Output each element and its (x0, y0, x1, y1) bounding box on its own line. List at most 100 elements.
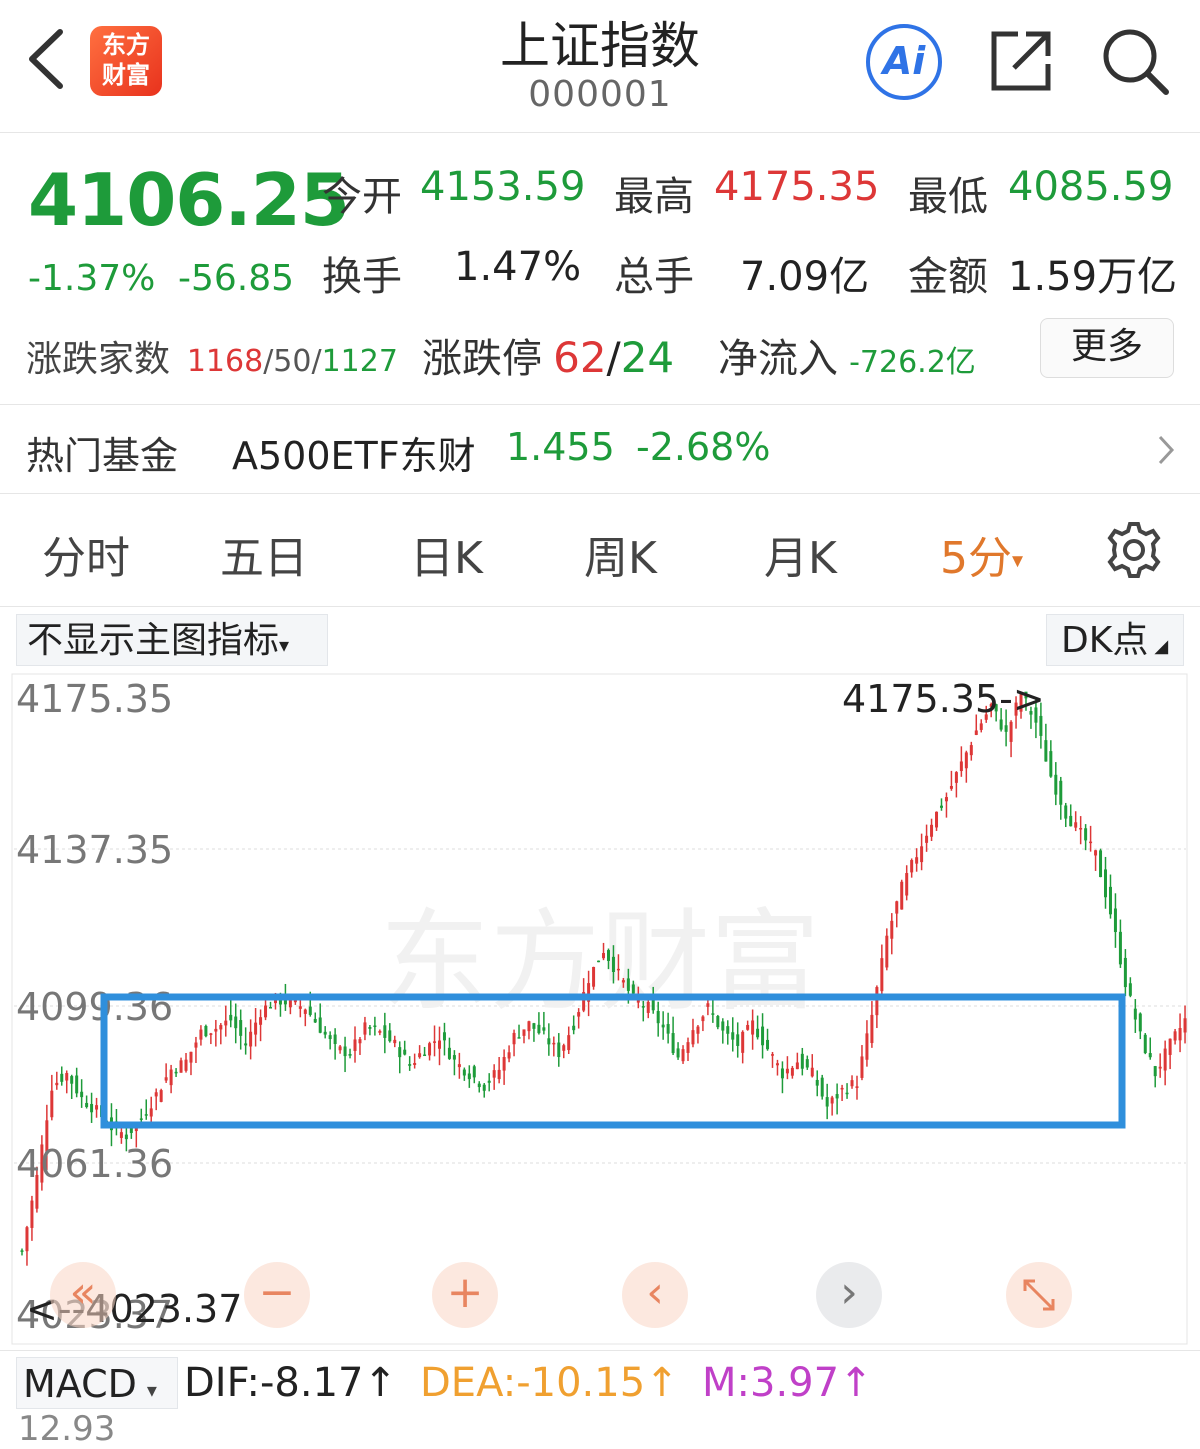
candle-body (378, 1030, 382, 1033)
candle-body (214, 1028, 218, 1032)
open-value: 4153.59 (420, 164, 586, 210)
turnover-label: 换手 (322, 254, 402, 300)
candle-body (716, 1016, 720, 1028)
candle-body (885, 935, 889, 968)
candle-body (174, 1071, 178, 1074)
pan-right-button[interactable]: › (816, 1262, 882, 1328)
eastmoney-logo: 东方 财富 (90, 26, 162, 96)
y-axis-label: 4175.35 (16, 677, 173, 721)
candle-body (264, 1005, 268, 1018)
corner-triangle-icon: ◢ (1154, 636, 1169, 657)
ai-assistant-button[interactable]: Ai (866, 24, 942, 100)
high-label: 最高 (614, 174, 694, 220)
page-title: 上证指数 (500, 17, 700, 75)
candle-body (900, 881, 904, 910)
candle-body (766, 1039, 770, 1050)
dropdown-triangle-icon: ▾ (146, 1378, 157, 1402)
candle-body (810, 1067, 814, 1077)
candle-body (368, 1027, 372, 1029)
max-price-marker: 4175.35-> (842, 677, 1045, 721)
tab-5min[interactable]: 5分▾ (940, 522, 1023, 586)
candle-body (785, 1068, 789, 1074)
more-button[interactable]: 更多 (1040, 318, 1174, 378)
candle-body (159, 1090, 163, 1102)
candle-body (502, 1057, 506, 1071)
candle-body (880, 958, 884, 992)
candle-body (308, 1006, 312, 1015)
candle-body (259, 1017, 263, 1025)
tab-daily-k[interactable]: 日K (410, 522, 483, 586)
candle-body (1004, 725, 1008, 732)
candle-body (741, 1031, 745, 1053)
candle-body (771, 1054, 775, 1056)
hot-fund-row[interactable]: 热门基金 A500ETF东财 1.455 -2.68% (0, 405, 1200, 493)
main-indicator-select[interactable]: 不显示主图指标▾ (16, 614, 328, 666)
candle-body (537, 1024, 541, 1034)
candle-body (65, 1073, 69, 1081)
candle-body (790, 1067, 794, 1076)
candle-body (1094, 850, 1098, 856)
candle-body (661, 1024, 665, 1028)
candle-body (249, 1031, 253, 1047)
tab-five-day[interactable]: 五日 (220, 522, 308, 586)
candle-body (1069, 815, 1073, 827)
period-tabs: 分时 五日 日K 周K 月K 5分▾ (0, 494, 1200, 607)
candle-body (751, 1020, 755, 1035)
candle-body (910, 860, 914, 873)
candle-body (457, 1064, 461, 1068)
candlestick-chart[interactable]: 东方财富 4175.354137.354099.364061.364023.37… (0, 670, 1200, 1350)
candle-body (1178, 1027, 1182, 1041)
candle-body (557, 1042, 561, 1058)
candle-body (920, 846, 924, 863)
candle-body (408, 1064, 412, 1066)
hot-fund-name: A500ETF东财 (232, 434, 476, 478)
candle-body (149, 1108, 153, 1117)
candle-body (1173, 1031, 1177, 1041)
candle-body (651, 999, 655, 1011)
candle-body (780, 1068, 784, 1079)
tab-weekly-k[interactable]: 周K (584, 522, 657, 586)
candle-body (949, 786, 953, 789)
fullscreen-button[interactable] (1006, 1262, 1072, 1328)
zoom-in-button[interactable]: + (432, 1262, 498, 1328)
expand-icon (1023, 1279, 1055, 1311)
candle-body (209, 1033, 213, 1035)
candle-body (224, 1020, 228, 1026)
tab-monthly-k[interactable]: 月K (764, 522, 837, 586)
fast-back-button[interactable]: « (50, 1262, 116, 1328)
candle-body (194, 1042, 198, 1048)
share-icon[interactable] (988, 28, 1054, 94)
candle-body (25, 1227, 29, 1252)
candle-body (820, 1077, 824, 1097)
candle-body (1099, 850, 1103, 878)
candle-body (656, 1011, 660, 1024)
candle-body (298, 1006, 302, 1009)
candle-body (353, 1039, 357, 1051)
candle-body (562, 1045, 566, 1051)
candle-body (726, 1026, 730, 1034)
candle-body (761, 1026, 765, 1046)
dk-point-button[interactable]: DK点 ◢ (1046, 614, 1184, 666)
pan-left-button[interactable]: ‹ (622, 1262, 688, 1328)
zoom-out-button[interactable]: − (244, 1262, 310, 1328)
candle-body (731, 1032, 735, 1040)
gear-icon[interactable] (1104, 520, 1164, 580)
candle-body (835, 1094, 839, 1099)
candle-body (517, 1037, 521, 1039)
candle-body (721, 1021, 725, 1031)
sub-indicator-select[interactable]: MACD ▾ (16, 1357, 178, 1409)
macd-indicator-row: MACD ▾ DIF:-8.17↑ DEA:-10.15↑ M:3.97↑ (0, 1350, 1200, 1415)
candle-body (507, 1052, 511, 1059)
candle-body (447, 1047, 451, 1059)
candle-body (939, 805, 943, 808)
candle-body (1128, 983, 1132, 996)
y-axis-labels: 4175.354137.354099.364061.364023.37 (16, 677, 173, 1337)
candle-body (999, 719, 1003, 730)
candle-body (701, 1016, 705, 1022)
candle-body (1089, 841, 1093, 844)
back-arrow-icon[interactable] (20, 24, 74, 94)
tab-intraday[interactable]: 分时 (42, 522, 130, 586)
candle-body (671, 1033, 675, 1054)
candle-body (119, 1132, 123, 1138)
search-icon[interactable] (1100, 26, 1170, 96)
